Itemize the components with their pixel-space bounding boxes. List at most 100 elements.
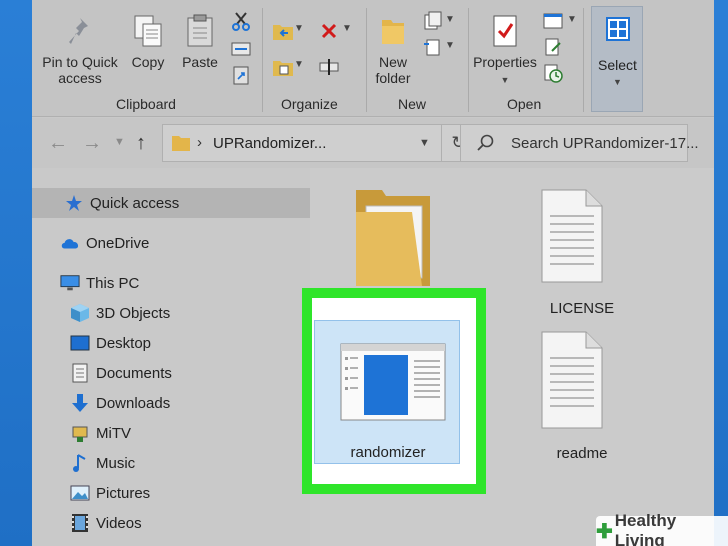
delete-chevron-icon[interactable]: ▼: [342, 23, 352, 34]
picture-icon: [70, 483, 90, 503]
ribbon-divider: [583, 8, 584, 112]
ribbon-divider: [366, 8, 367, 112]
search-input[interactable]: Search UPRandomizer-17...: [511, 135, 699, 152]
readme-file-icon[interactable]: [540, 330, 604, 435]
pin-quick-access-button[interactable]: Pin to Quick access: [40, 14, 120, 86]
easy-access-icon[interactable]: [422, 36, 444, 58]
select-label: Select: [598, 57, 637, 73]
sidebar-item-label: Quick access: [90, 194, 180, 212]
properties-chevron-icon[interactable]: ▼: [501, 72, 510, 88]
license-file-icon[interactable]: [540, 188, 604, 289]
folder-icon: [376, 14, 410, 48]
open-chevron-icon[interactable]: ▼: [567, 14, 577, 25]
sidebar-item-downloads[interactable]: Downloads: [32, 388, 310, 418]
rename-icon[interactable]: [318, 56, 340, 78]
star-icon: [64, 193, 84, 213]
clipboard-icon: [183, 14, 217, 48]
address-folder-icon: [171, 134, 191, 157]
easy-access-chevron-icon[interactable]: ▼: [445, 40, 455, 51]
search-box[interactable]: Search UPRandomizer-17...: [460, 124, 699, 162]
randomizer-app-icon: [340, 343, 446, 426]
search-icon: [477, 134, 495, 157]
select-chevron-icon: ▼: [613, 77, 622, 87]
sidebar-item-label: Documents: [96, 364, 172, 382]
copy-icon: [131, 14, 165, 48]
navigation-pane: Quick access OneDrive This PC 3D Objects…: [32, 180, 310, 546]
sidebar-item-label: Downloads: [96, 394, 171, 412]
sidebar-item-music[interactable]: Music: [32, 448, 310, 478]
clipboard-group-label: Clipboard: [116, 96, 176, 112]
pin-icon: [63, 14, 97, 48]
sidebar-item-3d-objects[interactable]: 3D Objects: [32, 298, 310, 328]
plus-icon: ✚: [596, 520, 613, 543]
ribbon-divider: [468, 8, 469, 112]
edit-icon[interactable]: [542, 36, 564, 58]
cube-icon: [70, 303, 90, 323]
sidebar-item-onedrive[interactable]: OneDrive: [32, 228, 310, 258]
paste-label: Paste: [182, 54, 218, 70]
sidebar-item-desktop[interactable]: Desktop: [32, 328, 310, 358]
cloud-icon: [60, 233, 80, 253]
properties-button[interactable]: Properties ▼: [470, 14, 540, 88]
sidebar-item-label: Pictures: [96, 484, 151, 502]
properties-label: Properties: [473, 54, 537, 70]
sidebar-item-pictures[interactable]: Pictures: [32, 478, 310, 508]
sidebar-item-mitv[interactable]: MiTV: [32, 418, 310, 448]
sidebar-item-label: Videos: [96, 514, 142, 532]
new-item-chevron-icon[interactable]: ▼: [445, 14, 455, 25]
selected-file-tile[interactable]: randomizer: [314, 320, 460, 464]
folder-settings-icon[interactable]: [352, 182, 436, 295]
new-folder-button[interactable]: New folder: [370, 14, 416, 86]
watermark-text: Healthy Living: [614, 511, 677, 546]
back-arrow-icon[interactable]: ←: [48, 132, 68, 155]
recent-chevron-icon[interactable]: ▼: [114, 136, 125, 148]
open-icon[interactable]: [542, 10, 564, 32]
properties-icon: [488, 14, 522, 48]
music-icon: [70, 453, 90, 473]
download-icon: [70, 393, 90, 413]
copy-to-icon[interactable]: [272, 56, 294, 78]
paste-button[interactable]: Paste: [178, 14, 222, 70]
history-icon[interactable]: [542, 62, 564, 84]
sidebar-item-label: Music: [96, 454, 136, 472]
document-icon: [70, 363, 90, 383]
cut-icon[interactable]: [230, 10, 252, 32]
address-path[interactable]: UPRandomizer...: [213, 135, 326, 152]
desktop-icon: [70, 333, 90, 353]
paste-shortcut-icon[interactable]: [230, 64, 252, 86]
sidebar-item-label: OneDrive: [86, 234, 150, 252]
ribbon-divider: [262, 8, 263, 112]
breadcrumb-chevron-icon: ›: [197, 134, 202, 151]
up-arrow-icon[interactable]: ↑: [136, 132, 146, 155]
sidebar-item-label: This PC: [86, 274, 140, 292]
video-icon: [70, 513, 90, 533]
sidebar-item-label: Desktop: [96, 334, 152, 352]
address-bar[interactable]: › UPRandomizer... ▼ ↻: [162, 124, 474, 162]
copy-button[interactable]: Copy: [126, 14, 170, 70]
sidebar-item-quick-access[interactable]: Quick access: [32, 188, 310, 218]
ribbon: Pin to Quick access Copy Paste Clipboard: [32, 0, 714, 117]
file-name[interactable]: LICENSE: [532, 300, 632, 317]
sidebar-item-documents[interactable]: Documents: [32, 358, 310, 388]
organize-group-label: Organize: [281, 96, 338, 112]
file-name[interactable]: readme: [532, 445, 632, 462]
copy-label: Copy: [131, 54, 165, 70]
new-item-icon[interactable]: [422, 10, 444, 32]
sidebar-item-this-pc[interactable]: This PC: [32, 268, 310, 298]
move-to-chevron-icon[interactable]: ▼: [294, 23, 304, 34]
file-name[interactable]: randomizer: [315, 444, 461, 461]
forward-arrow-icon[interactable]: →: [82, 132, 102, 155]
copy-to-chevron-icon[interactable]: ▼: [294, 59, 304, 70]
brand-watermark: ✚ Healthy Living: [596, 511, 728, 546]
copy-path-icon[interactable]: [230, 38, 252, 60]
new-folder-label: New folder: [375, 54, 411, 86]
address-dropdown-icon[interactable]: ▼: [419, 137, 430, 149]
computer-icon: [60, 273, 80, 293]
pin-label: Pin to Quick access: [42, 54, 118, 86]
move-to-icon[interactable]: [272, 20, 294, 42]
select-button[interactable]: Select ▼: [591, 6, 643, 112]
delete-icon[interactable]: [318, 20, 340, 42]
new-group-label: New: [398, 96, 427, 112]
sidebar-item-videos[interactable]: Videos: [32, 508, 310, 538]
tv-icon: [70, 423, 90, 443]
